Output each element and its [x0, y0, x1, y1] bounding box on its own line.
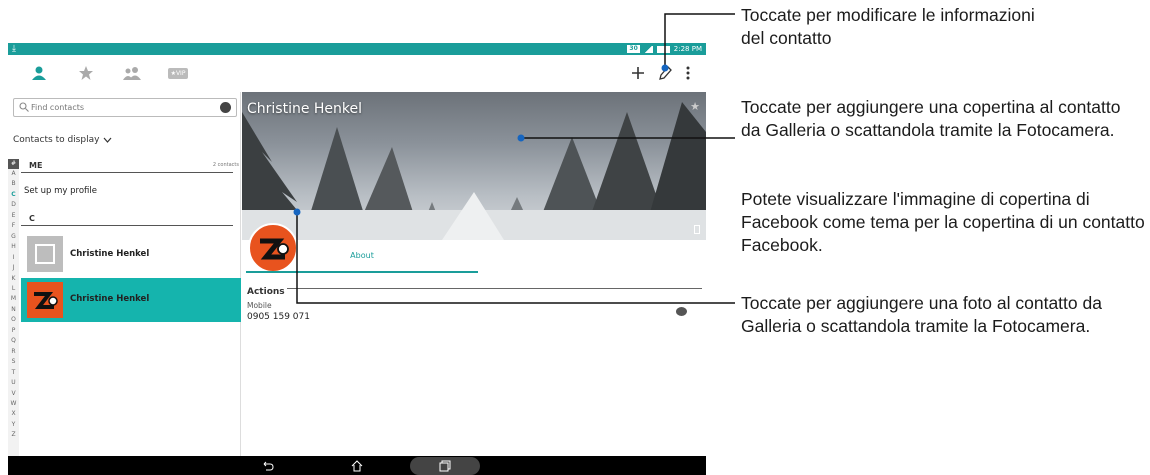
index-letter[interactable]: D [8, 200, 19, 210]
status-time: 2:28 PM [673, 45, 702, 53]
index-letter[interactable]: J [8, 263, 19, 273]
section-header-me: ME 2 contacts [21, 159, 239, 173]
tablet-screen: ⤓ 30 2:28 PM ★VIP Find contacts Contacts… [8, 43, 706, 475]
add-contact-button[interactable] [627, 61, 649, 85]
index-letter[interactable]: O [8, 315, 19, 325]
person-icon [32, 66, 46, 80]
phone-type-label: Mobile [247, 301, 272, 310]
battery-icon [656, 45, 670, 53]
tab-vip[interactable]: ★VIP [167, 64, 189, 82]
navigation-bar [8, 456, 706, 475]
index-letter[interactable]: B [8, 179, 19, 189]
callout-edit: Toccate per modificare le informazioni d… [741, 5, 1035, 48]
contact-display-name: Christine Henkel [247, 101, 363, 117]
index-letter[interactable]: Q [8, 336, 19, 346]
home-icon [351, 459, 363, 471]
index-letter[interactable]: F [8, 221, 19, 231]
index-letter[interactable]: W [8, 399, 19, 409]
index-letter[interactable]: U [8, 378, 19, 388]
tab-all-contacts[interactable] [30, 64, 48, 82]
index-letter[interactable]: M [8, 294, 19, 304]
callout-facebook: Potete visualizzare l'immagine di copert… [741, 189, 1145, 255]
avatar [27, 282, 63, 318]
phone-icon[interactable] [694, 225, 700, 234]
message-icon[interactable] [676, 307, 687, 316]
contact-count: 2 contacts [212, 162, 239, 168]
search-icon [19, 102, 29, 112]
index-letter[interactable]: Z [8, 430, 19, 440]
overflow-menu-button[interactable] [681, 61, 695, 85]
index-letter[interactable]: V [8, 389, 19, 399]
index-hash[interactable]: # [8, 159, 19, 169]
edit-icon [659, 66, 672, 80]
download-icon: ⤓ [12, 44, 16, 54]
signal-icon [643, 45, 653, 53]
index-letter[interactable]: S [8, 357, 19, 367]
index-letter[interactable]: N [8, 305, 19, 315]
index-letter[interactable]: E [8, 211, 19, 221]
callout-cover: Toccate per aggiungere una copertina al … [741, 97, 1121, 140]
index-letter[interactable]: K [8, 274, 19, 284]
index-letter[interactable]: Y [8, 420, 19, 430]
list-item[interactable]: Christine Henkel [21, 232, 241, 274]
alphabet-index[interactable]: # ABCDEFGHIJKLMNOPQRSTUVWXYZ [8, 159, 19, 456]
chevron-down-icon [103, 137, 112, 143]
contacts-to-display-dropdown[interactable]: Contacts to display [13, 135, 112, 145]
home-button[interactable] [349, 458, 365, 473]
actions-header: Actions [247, 279, 702, 297]
add-icon [632, 67, 644, 79]
setup-profile-row[interactable]: Set up my profile [21, 176, 241, 210]
phone-number[interactable]: 0905 159 071 [247, 312, 310, 322]
list-item-selected[interactable]: Christine Henkel [21, 278, 241, 322]
index-letter[interactable]: A [8, 169, 19, 179]
voice-search-icon[interactable] [220, 102, 231, 113]
overflow-menu-icon [686, 66, 690, 80]
contact-name: Christine Henkel [70, 249, 150, 259]
back-button[interactable] [260, 458, 276, 473]
recent-apps-icon [439, 460, 451, 471]
notification-badge: 30 [627, 45, 640, 53]
vip-icon: ★VIP [167, 67, 189, 79]
search-input[interactable] [31, 101, 211, 114]
index-letter[interactable]: T [8, 368, 19, 378]
tab-groups[interactable] [121, 64, 143, 82]
contacts-list-pane: Contacts to display # ABCDEFGHIJKLMNOPQR… [8, 92, 241, 456]
favorite-star-icon[interactable]: ★ [690, 100, 700, 113]
back-icon [263, 461, 274, 470]
avatar [27, 236, 63, 272]
section-header-c: C [21, 212, 233, 226]
callout-photo: Toccate per aggiungere una foto al conta… [741, 293, 1102, 336]
index-letter[interactable]: H [8, 242, 19, 252]
edit-contact-button[interactable] [654, 61, 676, 85]
index-letter[interactable]: X [8, 409, 19, 419]
search-box[interactable] [13, 98, 237, 117]
tab-about[interactable]: About [246, 249, 478, 273]
contacts-toolbar: ★VIP [8, 55, 706, 92]
index-letter[interactable]: R [8, 347, 19, 357]
avatar-logo-icon [34, 292, 58, 309]
contact-name: Christine Henkel [70, 294, 150, 304]
contacts-to-display-label: Contacts to display [13, 135, 100, 145]
setup-profile-label: Set up my profile [24, 186, 98, 196]
index-letter[interactable]: I [8, 253, 19, 263]
status-bar: ⤓ 30 2:28 PM [8, 43, 706, 55]
cover-image[interactable]: Christine Henkel ★ [242, 92, 706, 240]
recent-apps-button[interactable] [437, 458, 453, 473]
group-icon [123, 67, 141, 80]
index-letter[interactable]: G [8, 232, 19, 242]
tab-favorites[interactable] [77, 64, 95, 82]
star-icon [79, 66, 93, 80]
index-letter[interactable]: P [8, 326, 19, 336]
index-letter[interactable]: L [8, 284, 19, 294]
index-letter[interactable]: C [8, 190, 19, 200]
